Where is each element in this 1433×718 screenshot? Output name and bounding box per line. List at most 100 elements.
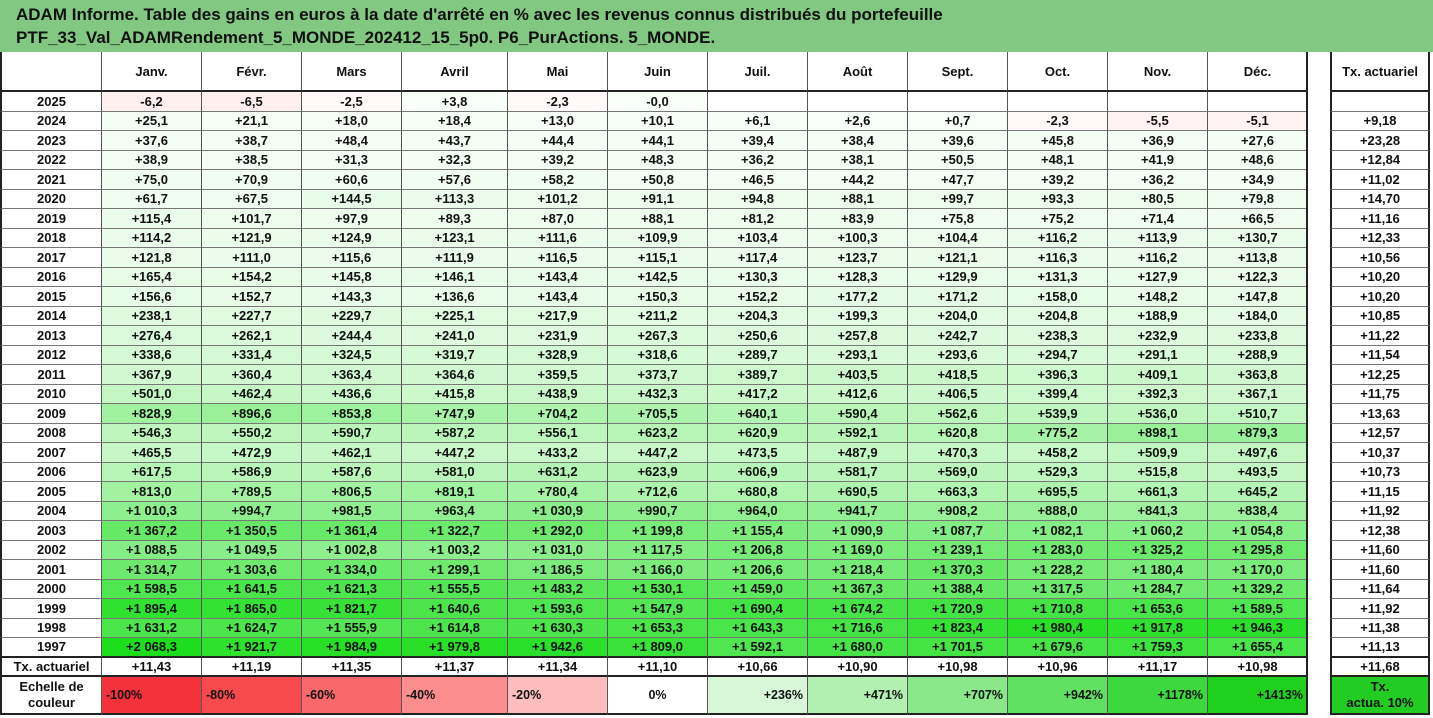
gain-cell: +838,4 [1208, 501, 1308, 521]
year-label: 2009 [0, 404, 102, 424]
gain-cell: +1 653,3 [608, 618, 708, 638]
gain-cell: +465,5 [102, 443, 202, 463]
gain-cell: +123,1 [402, 228, 508, 248]
gain-cell: +338,6 [102, 345, 202, 365]
gain-cell: +981,5 [302, 501, 402, 521]
gain-cell: +1 299,1 [402, 560, 508, 580]
gain-cell: +1 679,6 [1008, 638, 1108, 658]
gain-cell: +238,1 [102, 306, 202, 326]
gain-cell: +640,1 [708, 404, 808, 424]
gain-cell: +780,4 [508, 482, 608, 502]
year-label: 2008 [0, 423, 102, 443]
gain-cell: +631,2 [508, 462, 608, 482]
color-scale-swatch: +1413% [1208, 676, 1308, 715]
year-label: 2005 [0, 482, 102, 502]
gain-cell: +712,6 [608, 482, 708, 502]
gain-cell: +121,9 [202, 228, 302, 248]
gain-cell: +806,5 [302, 482, 402, 502]
gain-cell [1208, 92, 1308, 112]
color-scale-swatch: -60% [302, 676, 402, 715]
gain-cell: +111,9 [402, 248, 508, 268]
gain-cell: +409,1 [1108, 365, 1208, 385]
month-header: Mai [508, 52, 608, 92]
gain-cell: +994,7 [202, 501, 302, 521]
gain-cell: +1 283,0 [1008, 540, 1108, 560]
gain-cell: +1 720,9 [908, 599, 1008, 619]
row-tx-actuariel: +11,16 [1330, 209, 1430, 229]
gain-cell: +1 186,5 [508, 560, 608, 580]
gain-cell: +908,2 [908, 501, 1008, 521]
gain-cell: +509,9 [1108, 443, 1208, 463]
gain-cell: +250,6 [708, 326, 808, 346]
year-label: 2012 [0, 345, 102, 365]
gain-cell: +113,3 [402, 189, 508, 209]
gain-cell: +130,3 [708, 267, 808, 287]
gain-cell: +204,8 [1008, 306, 1108, 326]
gain-cell: +2,6 [808, 111, 908, 131]
gain-cell: +127,9 [1108, 267, 1208, 287]
gain-cell: +231,9 [508, 326, 608, 346]
gain-cell: +152,2 [708, 287, 808, 307]
gain-cell: +0,7 [908, 111, 1008, 131]
gain-cell: +10,1 [608, 111, 708, 131]
gain-cell: +121,8 [102, 248, 202, 268]
gain-cell: +1 641,5 [202, 579, 302, 599]
tx-row-cell: +11,43 [102, 657, 202, 677]
gain-cell: +392,3 [1108, 384, 1208, 404]
gain-cell: +690,5 [808, 482, 908, 502]
gain-cell: -6,5 [202, 92, 302, 112]
gain-cell: +447,2 [608, 443, 708, 463]
gain-cell: -2,5 [302, 92, 402, 112]
gain-cell: -5,5 [1108, 111, 1208, 131]
gain-cell: +1 984,9 [302, 638, 402, 658]
gain-cell: +661,3 [1108, 482, 1208, 502]
year-label: 2019 [0, 209, 102, 229]
gain-cell: +101,7 [202, 209, 302, 229]
gain-cell: +81,2 [708, 209, 808, 229]
color-scale-swatch: -20% [508, 676, 608, 715]
gain-cell: +233,8 [1208, 326, 1308, 346]
gain-cell: +1 317,5 [1008, 579, 1108, 599]
tx-row-cell: +10,66 [708, 657, 808, 677]
gain-cell: +27,6 [1208, 131, 1308, 151]
gain-cell: +1 630,3 [508, 618, 608, 638]
gain-cell: +111,0 [202, 248, 302, 268]
color-scale-swatch: -80% [202, 676, 302, 715]
gain-cell: +99,7 [908, 189, 1008, 209]
gain-cell: +510,7 [1208, 404, 1308, 424]
gain-cell: +1 640,6 [402, 599, 508, 619]
gain-cell: +46,5 [708, 170, 808, 190]
gain-cell: +116,2 [1008, 228, 1108, 248]
gain-cell: +44,1 [608, 131, 708, 151]
row-tx-actuariel: +11,92 [1330, 501, 1430, 521]
gain-cell: +879,3 [1208, 423, 1308, 443]
gain-cell: +115,4 [102, 209, 202, 229]
row-tx-actuariel: +12,57 [1330, 423, 1430, 443]
gain-cell: +262,1 [202, 326, 302, 346]
year-label: 1998 [0, 618, 102, 638]
gain-cell: +587,2 [402, 423, 508, 443]
gain-cell: -2,3 [1008, 111, 1108, 131]
gain-cell: +1 218,4 [808, 560, 908, 580]
gain-cell: +97,9 [302, 209, 402, 229]
gain-cell: +66,5 [1208, 209, 1308, 229]
tx-row-cell: +10,98 [908, 657, 1008, 677]
gain-cell: +165,4 [102, 267, 202, 287]
gain-cell: +417,2 [708, 384, 808, 404]
year-label: 2025 [0, 92, 102, 112]
gain-cell: +204,0 [908, 306, 1008, 326]
gain-cell: +130,7 [1208, 228, 1308, 248]
gain-cell: +331,4 [202, 345, 302, 365]
gain-cell: +364,6 [402, 365, 508, 385]
gain-cell: +1 593,6 [508, 599, 608, 619]
gain-cell: +1 169,0 [808, 540, 908, 560]
gain-cell: +71,4 [1108, 209, 1208, 229]
gain-cell: +888,0 [1008, 501, 1108, 521]
row-tx-actuariel: +11,22 [1330, 326, 1430, 346]
gain-cell: +144,5 [302, 189, 402, 209]
gain-cell: +227,7 [202, 306, 302, 326]
gain-cell: +1 367,3 [808, 579, 908, 599]
row-tx-actuariel: +10,56 [1330, 248, 1430, 268]
gain-cell: +48,1 [1008, 150, 1108, 170]
gain-cell: +238,3 [1008, 326, 1108, 346]
